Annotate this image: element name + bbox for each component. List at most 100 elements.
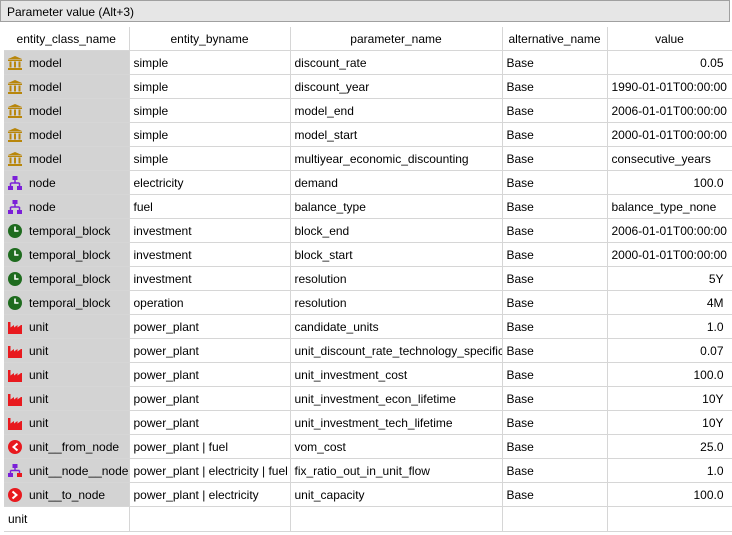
cell-value[interactable]: 2006-01-01T00:00:00: [607, 98, 732, 123]
cell-entity-class-name[interactable]: unit__to_node: [4, 482, 130, 507]
cell-value[interactable]: 1.0: [607, 314, 732, 339]
cell-alternative-name[interactable]: Base: [502, 194, 608, 219]
table-row[interactable]: unit__from_node power_plant | fuel vom_cos…: [4, 434, 732, 459]
cell-entity-class-name[interactable]: unit: [4, 410, 130, 435]
table-row[interactable]: model simple model_start Base 2000-01-01T00:…: [4, 122, 732, 147]
cell-value[interactable]: 100.0: [607, 170, 732, 195]
cell-parameter-name[interactable]: unit_investment_econ_lifetime: [290, 386, 503, 411]
new-row-empty-cell[interactable]: [290, 506, 503, 532]
cell-entity-class-name[interactable]: unit__from_node: [4, 434, 130, 459]
cell-alternative-name[interactable]: Base: [502, 242, 608, 267]
table-row[interactable]: temporal_block investment resolution Base 5Y: [4, 266, 732, 291]
cell-entity-byname[interactable]: investment: [129, 266, 291, 291]
cell-parameter-name[interactable]: resolution: [290, 266, 503, 291]
table-row[interactable]: unit__node__node power_plant | electricit…: [4, 458, 732, 483]
cell-alternative-name[interactable]: Base: [502, 434, 608, 459]
cell-alternative-name[interactable]: Base: [502, 50, 608, 75]
dock-title-bar[interactable]: Parameter value (Alt+3): [0, 0, 730, 22]
cell-entity-class-name[interactable]: unit: [4, 314, 130, 339]
cell-alternative-name[interactable]: Base: [502, 290, 608, 315]
cell-parameter-name[interactable]: multiyear_economic_discounting: [290, 146, 503, 171]
cell-value[interactable]: 0.07: [607, 338, 732, 363]
cell-entity-byname[interactable]: power_plant: [129, 338, 291, 363]
cell-entity-class-name[interactable]: unit: [4, 362, 130, 387]
table-row[interactable]: unit power_plant unit_discount_rate_techno…: [4, 338, 732, 363]
cell-parameter-name[interactable]: unit_discount_rate_technology_specific: [290, 338, 503, 363]
cell-parameter-name[interactable]: balance_type: [290, 194, 503, 219]
cell-entity-class-name[interactable]: temporal_block: [4, 290, 130, 315]
cell-value[interactable]: 0.05: [607, 50, 732, 75]
cell-parameter-name[interactable]: discount_year: [290, 74, 503, 99]
cell-entity-byname[interactable]: power_plant | fuel: [129, 434, 291, 459]
column-header-value[interactable]: value: [607, 27, 732, 51]
new-row[interactable]: unit: [4, 506, 732, 532]
column-header-entity-byname[interactable]: entity_byname: [129, 27, 291, 51]
cell-entity-byname[interactable]: simple: [129, 146, 291, 171]
cell-entity-byname[interactable]: fuel: [129, 194, 291, 219]
cell-entity-class-name[interactable]: model: [4, 50, 130, 75]
cell-entity-byname[interactable]: electricity: [129, 170, 291, 195]
cell-value[interactable]: 5Y: [607, 266, 732, 291]
cell-parameter-name[interactable]: unit_capacity: [290, 482, 503, 507]
cell-entity-byname[interactable]: power_plant: [129, 410, 291, 435]
new-row-empty-cell[interactable]: [129, 506, 291, 532]
cell-value[interactable]: 2006-01-01T00:00:00: [607, 218, 732, 243]
cell-parameter-name[interactable]: block_end: [290, 218, 503, 243]
cell-value[interactable]: 100.0: [607, 482, 732, 507]
cell-entity-byname[interactable]: investment: [129, 242, 291, 267]
cell-entity-class-name[interactable]: model: [4, 74, 130, 99]
cell-value[interactable]: balance_type_none: [607, 194, 732, 219]
cell-alternative-name[interactable]: Base: [502, 338, 608, 363]
cell-entity-byname[interactable]: simple: [129, 50, 291, 75]
cell-value[interactable]: 1990-01-01T00:00:00: [607, 74, 732, 99]
cell-alternative-name[interactable]: Base: [502, 314, 608, 339]
cell-value[interactable]: 4M: [607, 290, 732, 315]
cell-value[interactable]: 10Y: [607, 410, 732, 435]
table-row[interactable]: temporal_block operation resolution Base 4M: [4, 290, 732, 315]
cell-alternative-name[interactable]: Base: [502, 146, 608, 171]
cell-alternative-name[interactable]: Base: [502, 386, 608, 411]
cell-entity-class-name[interactable]: unit__node__node: [4, 458, 130, 483]
cell-value[interactable]: 10Y: [607, 386, 732, 411]
table-row[interactable]: unit power_plant candidate_units Base 1.0: [4, 314, 732, 339]
cell-alternative-name[interactable]: Base: [502, 98, 608, 123]
cell-alternative-name[interactable]: Base: [502, 266, 608, 291]
cell-entity-byname[interactable]: power_plant: [129, 386, 291, 411]
cell-entity-class-name[interactable]: unit: [4, 338, 130, 363]
cell-parameter-name[interactable]: vom_cost: [290, 434, 503, 459]
table-row[interactable]: model simple multiyear_economic_discountin…: [4, 146, 732, 171]
cell-parameter-name[interactable]: unit_investment_tech_lifetime: [290, 410, 503, 435]
cell-entity-byname[interactable]: investment: [129, 218, 291, 243]
table-row[interactable]: temporal_block investment block_start Base 2…: [4, 242, 732, 267]
cell-value[interactable]: 1.0: [607, 458, 732, 483]
table-row[interactable]: unit power_plant unit_investment_tech_life…: [4, 410, 732, 435]
cell-entity-byname[interactable]: power_plant | electricity: [129, 482, 291, 507]
cell-entity-class-name[interactable]: model: [4, 122, 130, 147]
cell-parameter-name[interactable]: model_start: [290, 122, 503, 147]
new-row-entity-class-input[interactable]: unit: [4, 506, 130, 532]
table-row[interactable]: temporal_block investment block_end Base 200…: [4, 218, 732, 243]
table-row[interactable]: unit power_plant unit_investment_econ_life…: [4, 386, 732, 411]
cell-entity-class-name[interactable]: unit: [4, 386, 130, 411]
cell-parameter-name[interactable]: resolution: [290, 290, 503, 315]
column-header-alternative-name[interactable]: alternative_name: [502, 27, 608, 51]
cell-value[interactable]: 2000-01-01T00:00:00: [607, 122, 732, 147]
cell-alternative-name[interactable]: Base: [502, 482, 608, 507]
column-header-parameter-name[interactable]: parameter_name: [290, 27, 503, 51]
cell-parameter-name[interactable]: fix_ratio_out_in_unit_flow: [290, 458, 503, 483]
cell-alternative-name[interactable]: Base: [502, 170, 608, 195]
table-row[interactable]: model simple discount_rate Base 0.05: [4, 50, 732, 75]
cell-alternative-name[interactable]: Base: [502, 218, 608, 243]
cell-alternative-name[interactable]: Base: [502, 74, 608, 99]
cell-parameter-name[interactable]: block_start: [290, 242, 503, 267]
cell-value[interactable]: 2000-01-01T00:00:00: [607, 242, 732, 267]
cell-entity-byname[interactable]: operation: [129, 290, 291, 315]
cell-alternative-name[interactable]: Base: [502, 410, 608, 435]
table-row[interactable]: node fuel balance_type Base balance_type_non…: [4, 194, 732, 219]
cell-parameter-name[interactable]: model_end: [290, 98, 503, 123]
new-row-empty-cell[interactable]: [607, 506, 732, 532]
cell-entity-class-name[interactable]: temporal_block: [4, 218, 130, 243]
table-row[interactable]: unit power_plant unit_investment_cost Base 1…: [4, 362, 732, 387]
cell-entity-byname[interactable]: power_plant: [129, 314, 291, 339]
cell-parameter-name[interactable]: unit_investment_cost: [290, 362, 503, 387]
